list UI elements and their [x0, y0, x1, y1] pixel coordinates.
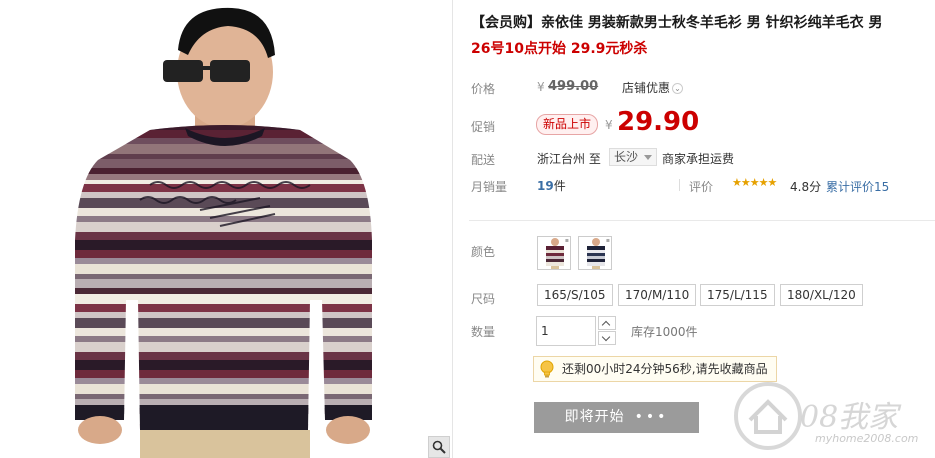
size-option-s[interactable]: 165/S/105 — [537, 284, 613, 306]
dropdown-arrow-icon — [644, 155, 653, 160]
product-image[interactable] — [0, 0, 452, 458]
shop-promo-label: 店铺优惠 — [622, 81, 671, 95]
divider — [469, 220, 935, 221]
price-label: 价格 — [471, 82, 496, 96]
quantity-label: 数量 — [471, 325, 496, 339]
monthly-sales-label: 月销量 — [471, 180, 508, 194]
shipping-destination-select[interactable]: 长沙 — [609, 148, 658, 166]
quantity-input[interactable] — [536, 316, 596, 346]
quantity-increment-button[interactable] — [598, 316, 616, 330]
lightbulb-icon — [540, 360, 554, 378]
magnifier-icon — [432, 440, 446, 454]
watermark-url: myhome2008.com — [815, 432, 919, 445]
review-label: 评价 — [689, 180, 714, 194]
monthly-sales-count: 19 — [537, 179, 554, 193]
shipping-label: 配送 — [471, 153, 496, 167]
shop-promo-dropdown[interactable]: 店铺优惠 ⌄ — [622, 79, 684, 96]
chevron-down-icon: ⌄ — [672, 83, 684, 94]
corner-mark: ▪ — [605, 237, 610, 244]
product-subtitle: 26号10点开始 29.9元秒杀 — [471, 41, 648, 57]
sweater-model-photo — [75, 7, 372, 458]
zoom-button[interactable] — [428, 436, 450, 458]
watermark-text: 08我家 — [800, 400, 899, 435]
countdown-text: 还剩00小时24分钟56秒,请先收藏商品 — [562, 362, 768, 376]
divider — [452, 0, 453, 458]
shipping-fee: 商家承担运费 — [662, 152, 735, 166]
monthly-sales-value: 19件 — [537, 177, 566, 194]
color-label: 颜色 — [471, 245, 496, 259]
shipping-from: 浙江台州 至 — [537, 152, 601, 166]
original-price: 499.00 — [548, 79, 599, 94]
monthly-sales-unit: 件 — [553, 179, 566, 193]
stock-count: 库存1000件 — [631, 325, 698, 339]
review-total-link[interactable]: 累计评价15 — [826, 178, 889, 195]
promo-price: 29.90 — [617, 107, 700, 137]
divider — [679, 179, 680, 191]
size-option-xl[interactable]: 180/XL/120 — [780, 284, 863, 306]
quantity-decrement-button[interactable] — [598, 331, 616, 345]
color-swatch-wine[interactable]: ▪ — [537, 236, 571, 270]
coming-soon-button[interactable]: 即将开始 ••• — [534, 402, 699, 433]
rating-score: 4.8分 — [790, 180, 822, 194]
corner-mark: ▪ — [564, 237, 569, 244]
size-label: 尺码 — [471, 292, 496, 306]
size-option-l[interactable]: 175/L/115 — [700, 284, 775, 306]
currency-symbol: ¥ — [537, 80, 545, 94]
color-swatch-navy[interactable]: ▪ — [578, 236, 612, 270]
product-title: 【会员购】亲依佳 男装新款男士秋冬羊毛衫 男 针织衫纯羊毛衣 男 — [471, 15, 883, 31]
more-dots-icon: ••• — [634, 409, 669, 425]
coming-soon-label: 即将开始 — [564, 409, 625, 425]
promo-badge: 新品上市 — [536, 114, 599, 135]
rating-stars-icon: ★★★★★ — [732, 176, 777, 189]
promo-currency-symbol: ¥ — [605, 118, 613, 132]
size-option-m[interactable]: 170/M/110 — [618, 284, 697, 306]
shipping-destination-value: 长沙 — [614, 150, 639, 164]
promo-label: 促销 — [471, 120, 496, 134]
